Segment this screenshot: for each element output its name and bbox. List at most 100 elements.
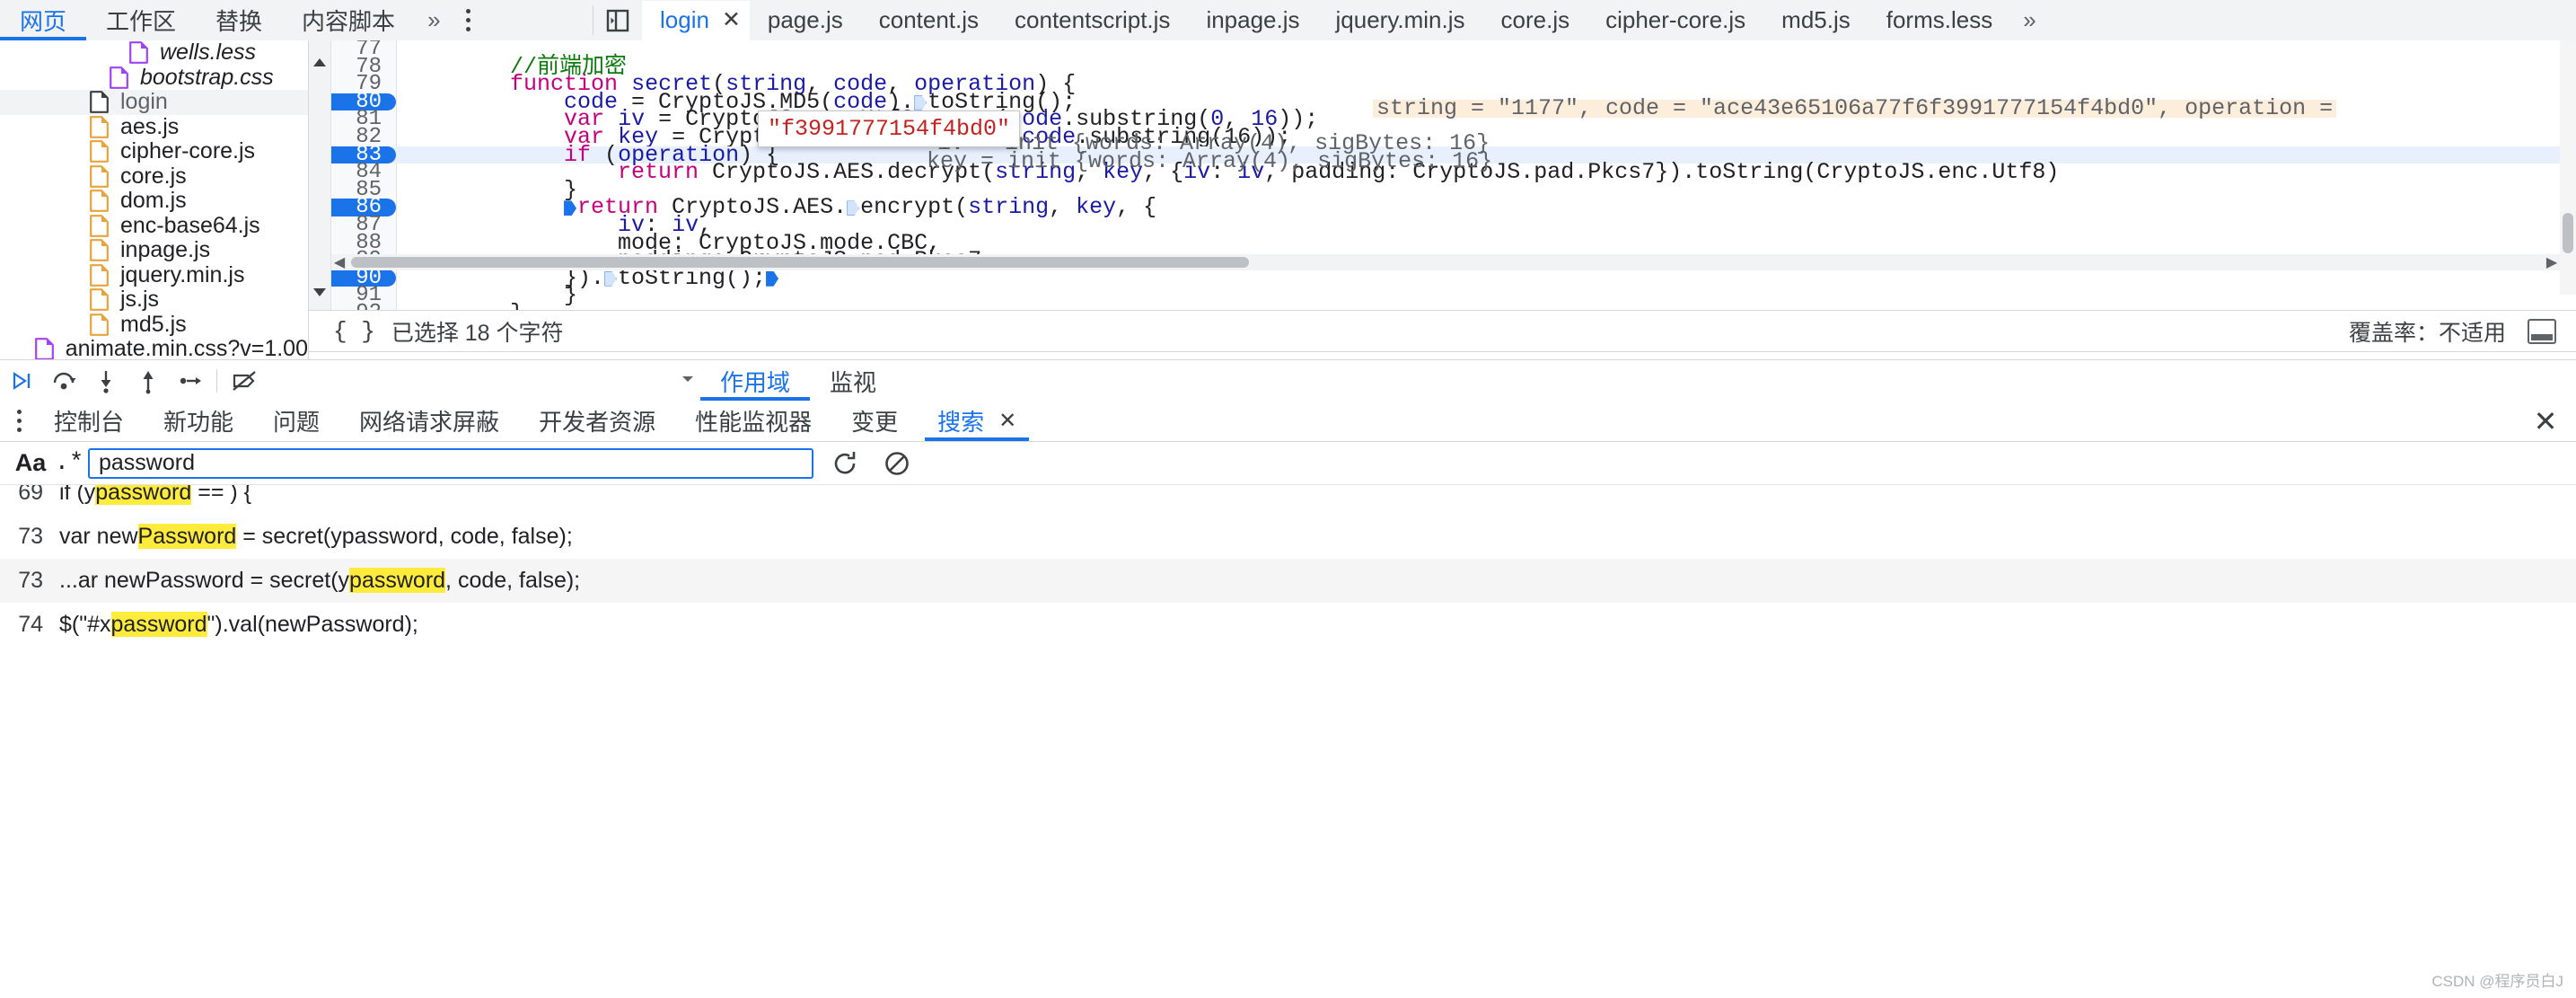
match-highlight: Password <box>137 524 237 549</box>
search-result-row[interactable]: 73 ...ar newPassword = secret(ypassword, … <box>0 559 2576 603</box>
chevron-double-right-icon[interactable]: » <box>415 6 453 34</box>
drawer-tab-performance-monitor[interactable]: 性能监视器 <box>675 402 831 441</box>
scroll-left-icon[interactable]: ◀ <box>331 254 347 270</box>
tab-watch[interactable]: 监视 <box>810 361 896 401</box>
resume-icon[interactable] <box>0 360 42 401</box>
drawer-tab-search[interactable]: 搜索 ✕ <box>918 402 1036 441</box>
search-result-row[interactable]: 73 var newPassword = secret(ypassword, co… <box>0 515 2576 559</box>
scroll-down-icon[interactable] <box>312 285 327 299</box>
file-tree[interactable]: wells.less bootstrap.css login aes.js cipher… <box>0 40 309 359</box>
drawer-tab-changes[interactable]: 变更 <box>831 402 918 441</box>
file-tree-item[interactable]: dom.js <box>0 188 308 214</box>
file-icon <box>90 91 109 114</box>
drawer-tab-issues[interactable]: 问题 <box>253 402 339 441</box>
file-tab-core-js[interactable]: core.js <box>1483 1 1588 40</box>
tab-label: 控制台 <box>54 409 125 436</box>
file-tab-login[interactable]: login ✕ <box>642 0 750 40</box>
file-icon <box>34 338 54 359</box>
file-tree-item[interactable]: cipher-core.js <box>0 138 308 164</box>
search-results-list[interactable]: 69 if (ypassword == ) {73 var newPassword … <box>0 485 2576 998</box>
drawer-tab-whats-new[interactable]: 新功能 <box>144 402 253 441</box>
nav-tab-overrides[interactable]: 替换 <box>196 1 282 40</box>
watermark-text: CSDN @程序员白J <box>2431 973 2563 990</box>
scrollbar-thumb[interactable] <box>351 257 1249 268</box>
file-tree-item[interactable]: md5.js <box>0 312 308 338</box>
code-line[interactable]: 90 }). toString(); <box>331 267 2576 289</box>
file-tab-inpage-js[interactable]: inpage.js <box>1188 1 1317 40</box>
navigator-tabbar: 网页 工作区 替换 内容脚本 » <box>0 0 593 40</box>
file-tree-item[interactable]: animate.min.css?v=1.00 <box>0 336 308 359</box>
nav-tab-workspace[interactable]: 工作区 <box>86 1 196 40</box>
editor-vertical-scrollbar[interactable] <box>2560 40 2576 295</box>
deactivate-breakpoints-icon[interactable] <box>223 360 265 401</box>
step-out-icon[interactable] <box>127 360 169 401</box>
show-drawer-icon[interactable] <box>2528 318 2556 344</box>
clear-icon[interactable] <box>876 443 918 484</box>
file-tree-item[interactable]: wells.less <box>0 40 308 66</box>
coverage-status: 覆盖率：不适用 <box>2348 320 2506 346</box>
drawer-tab-console[interactable]: 控制台 <box>34 402 144 441</box>
file-tree-item[interactable]: aes.js <box>0 114 308 140</box>
nav-tab-label: 网页 <box>20 8 67 35</box>
file-tree-item[interactable]: core.js <box>0 163 308 190</box>
file-tab-md5-js[interactable]: md5.js <box>1763 1 1868 40</box>
code-line[interactable]: 77 <box>331 40 2576 59</box>
regex-toggle[interactable]: .* <box>50 450 88 477</box>
file-tabs-overflow-icon[interactable]: » <box>2010 6 2048 34</box>
close-icon[interactable]: ✕ <box>998 408 1016 434</box>
close-drawer-icon[interactable]: ✕ <box>2533 407 2558 436</box>
file-tab-forms-less[interactable]: forms.less <box>1868 1 2010 40</box>
search-result-row[interactable]: 74 $("#xpassword").val(newPassword); <box>0 603 2576 647</box>
file-icon <box>110 66 128 89</box>
scrollbar-thumb[interactable] <box>2563 213 2573 253</box>
step-over-icon[interactable] <box>42 360 84 401</box>
panel-collapse-icon[interactable] <box>593 7 642 34</box>
kebab-menu-icon[interactable] <box>4 410 34 432</box>
code-line[interactable]: 91 } <box>331 285 2576 306</box>
editor-tabbar: login ✕ page.js content.js contentscript… <box>593 0 2576 40</box>
scroll-up-icon[interactable] <box>312 55 327 69</box>
file-tab-cipher-core-js[interactable]: cipher-core.js <box>1587 1 1763 40</box>
tab-label: 网络请求屏蔽 <box>359 409 500 436</box>
resizer-handle[interactable] <box>682 376 695 385</box>
file-tree-item[interactable]: login <box>0 89 308 115</box>
file-tree-item[interactable]: enc-base64.js <box>0 213 308 239</box>
refresh-icon[interactable] <box>824 443 866 484</box>
step-icon[interactable] <box>169 360 211 401</box>
line-code: return CryptoJS.AES. encrypt(string, key,… <box>396 196 2576 218</box>
value-marker-icon <box>847 200 860 216</box>
code-editor[interactable]: 77 78 //前端加密 79 function secret(string, co… <box>309 40 2576 310</box>
nav-tab-webpage[interactable]: 网页 <box>0 1 87 40</box>
tab-label: 作用域 <box>720 368 791 396</box>
file-tab-page-js[interactable]: page.js <box>750 1 861 40</box>
drawer-tab-developer-resources[interactable]: 开发者资源 <box>519 402 675 441</box>
drawer-tab-network-request-blocking[interactable]: 网络请求屏蔽 <box>339 402 519 441</box>
step-into-icon[interactable] <box>84 360 127 401</box>
close-icon[interactable]: ✕ <box>722 9 741 31</box>
search-result-row[interactable]: 69 if (ypassword == ) { <box>0 485 2576 515</box>
file-tab-contentscript-js[interactable]: contentscript.js <box>997 1 1188 40</box>
editor-left-rail <box>309 40 331 310</box>
file-tree-item[interactable]: bootstrap.css <box>0 65 308 91</box>
file-tab-content-js[interactable]: content.js <box>861 1 997 40</box>
file-icon <box>90 263 109 287</box>
file-tree-item[interactable]: inpage.js <box>0 237 308 263</box>
tab-scope[interactable]: 作用域 <box>700 361 811 401</box>
value-marker-icon <box>604 270 618 287</box>
match-case-toggle[interactable]: Aa <box>11 449 50 477</box>
file-tree-item-label: js.js <box>120 287 160 313</box>
scroll-right-icon[interactable]: ▶ <box>2544 254 2560 270</box>
nav-tab-label: 工作区 <box>106 8 177 35</box>
search-input[interactable] <box>88 447 813 479</box>
curly-braces-icon[interactable]: { } <box>333 318 375 345</box>
file-tree-item[interactable]: jquery.min.js <box>0 262 308 288</box>
editor-horizontal-scrollbar[interactable]: ◀ ▶ <box>331 254 2560 270</box>
file-tab-jquery-min-js[interactable]: jquery.min.js <box>1318 1 1483 40</box>
file-icon <box>129 41 148 65</box>
file-tree-item[interactable]: js.js <box>0 287 308 313</box>
nav-tab-content-scripts[interactable]: 内容脚本 <box>282 1 415 40</box>
kebab-menu-icon[interactable] <box>453 9 484 31</box>
value-marker-icon <box>766 270 779 287</box>
file-icon <box>90 288 109 312</box>
